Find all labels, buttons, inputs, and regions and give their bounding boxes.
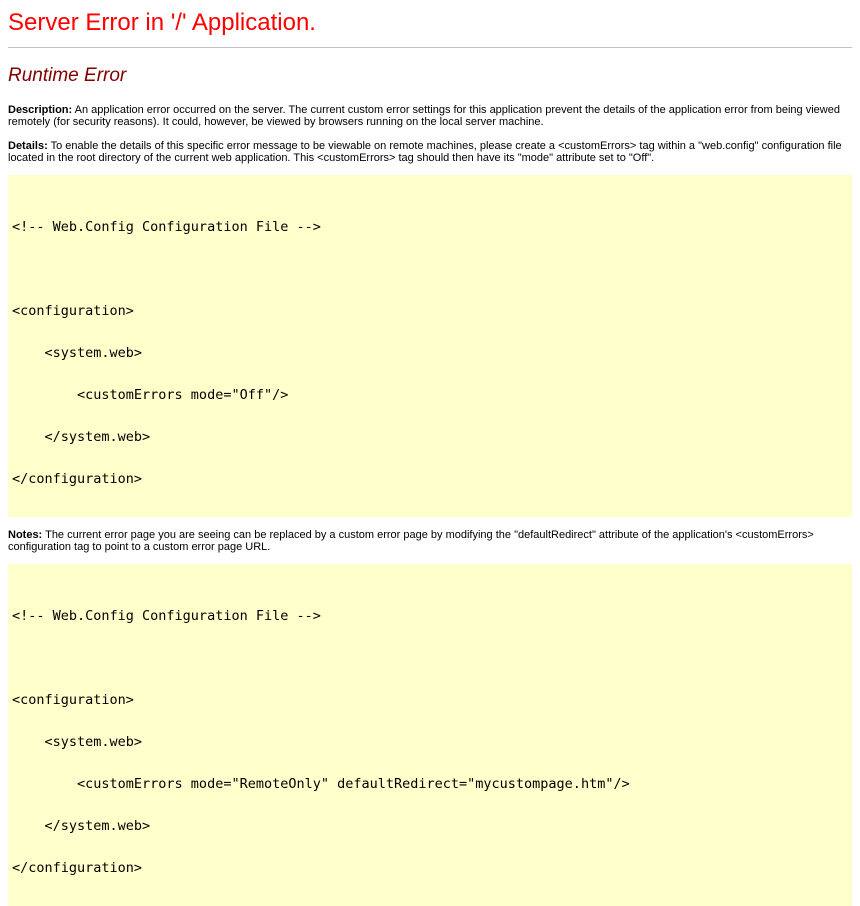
notes-text: The current error page you are seeing ca… [8,529,814,553]
code-line: <!-- Web.Config Configuration File --> [12,219,321,235]
description-text: An application error occurred on the ser… [8,104,840,128]
description-label: Description: [8,104,73,116]
error-type-heading: Runtime Error [8,65,127,86]
notes-label: Notes: [8,529,43,541]
notes-paragraph: Notes: The current error page you are se… [8,529,852,553]
code-line: </system.web> [12,429,151,445]
code-line: </configuration> [12,860,143,876]
code-line: </system.web> [12,818,151,834]
code-line: <customErrors mode="Off"/> [12,387,289,403]
code-line: </configuration> [12,471,143,487]
page-title: Server Error in '/' Application. [8,9,316,36]
config-code-block-1: <!-- Web.Config Configuration File --> <… [8,175,852,517]
config-code-block-2: <!-- Web.Config Configuration File --> <… [8,564,852,906]
code-line: <customErrors mode="RemoteOnly" defaultR… [12,776,630,792]
error-page: Server Error in '/' Application. Runtime… [0,0,860,906]
code-line: <configuration> [12,692,134,708]
code-line: <!-- Web.Config Configuration File --> [12,608,321,624]
details-paragraph: Details: To enable the details of this s… [8,140,852,164]
details-label: Details: [8,140,48,152]
details-text: To enable the details of this specific e… [8,140,842,164]
description-paragraph: Description: An application error occurr… [8,104,852,128]
title-divider [8,47,852,48]
code-line: <system.web> [12,734,143,750]
code-line: <system.web> [12,345,143,361]
code-line: <configuration> [12,303,134,319]
